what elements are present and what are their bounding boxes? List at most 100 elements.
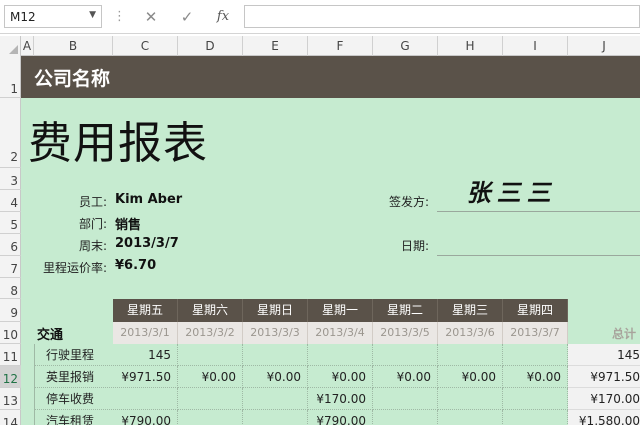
column-header-h[interactable]: H	[438, 36, 503, 56]
day-header-fri: 星期五	[113, 299, 178, 322]
table-cell[interactable]: ¥170.00	[308, 388, 373, 410]
company-name[interactable]: 公司名称	[34, 64, 110, 91]
column-header-b[interactable]: B	[34, 36, 113, 56]
row-label-car-rental[interactable]: 汽车租赁	[34, 410, 112, 425]
date-header-6: 2013/3/6	[438, 322, 503, 344]
row-header-9[interactable]: 9	[0, 299, 21, 322]
total-cell[interactable]: ¥1,580.00	[568, 410, 640, 425]
worksheet[interactable]: 公司名称 费用报表 员工: Kim Aber 部门: 销售 周末: 2013/3…	[21, 56, 640, 425]
day-header-tue: 星期二	[373, 299, 438, 322]
table-cell[interactable]	[243, 410, 308, 425]
row-header-14[interactable]: 14	[0, 410, 21, 425]
table-cell[interactable]	[243, 344, 308, 366]
table-cell[interactable]	[373, 344, 438, 366]
row-header-8[interactable]: 8	[0, 278, 21, 299]
date-header-4: 2013/3/4	[308, 322, 373, 344]
total-cell[interactable]: 145	[568, 344, 640, 366]
table-cell[interactable]: ¥0.00	[308, 366, 373, 388]
table-cell[interactable]	[243, 388, 308, 410]
date-header-3: 2013/3/3	[243, 322, 308, 344]
day-header-sun: 星期日	[243, 299, 308, 322]
column-header-a[interactable]: A	[21, 36, 34, 56]
table-cell[interactable]: ¥790.00	[308, 410, 373, 425]
table-cell[interactable]	[308, 344, 373, 366]
row-header-5[interactable]: 5	[0, 212, 21, 234]
day-header-wed: 星期三	[438, 299, 503, 322]
row-header-13[interactable]: 13	[0, 388, 21, 410]
total-cell[interactable]: ¥170.00	[568, 388, 640, 410]
table-cell[interactable]: ¥790.00	[113, 410, 178, 425]
table-cell[interactable]	[503, 410, 568, 425]
column-header-j[interactable]: J	[568, 36, 640, 56]
name-box-value: M12	[10, 10, 36, 24]
approver-signature[interactable]: 张三三	[465, 173, 562, 208]
cancel-icon[interactable]: ✕	[140, 7, 162, 27]
select-all-button[interactable]	[0, 36, 21, 56]
row-header-4[interactable]: 4	[0, 190, 21, 212]
table-cell[interactable]: ¥0.00	[503, 366, 568, 388]
rate-label: 里程运价率:	[42, 261, 107, 275]
rate-value[interactable]: ¥6.70	[115, 258, 156, 273]
company-band: 公司名称	[21, 56, 640, 98]
table-cell[interactable]	[373, 410, 438, 425]
table-cell[interactable]: 145	[113, 344, 178, 366]
total-header: 总计	[612, 327, 637, 341]
dept-label: 部门:	[78, 217, 107, 231]
dept-value[interactable]: 销售	[115, 214, 141, 233]
table-cell[interactable]: ¥971.50	[113, 366, 178, 388]
column-header-e[interactable]: E	[243, 36, 308, 56]
date-line	[437, 255, 640, 256]
column-header-i[interactable]: I	[503, 36, 568, 56]
table-cell[interactable]	[438, 344, 503, 366]
row-label-mileage-reimbursement[interactable]: 英里报销	[34, 366, 112, 388]
table-cell[interactable]	[113, 388, 178, 410]
table-cell[interactable]: ¥0.00	[178, 366, 243, 388]
report-title[interactable]: 费用报表	[28, 107, 208, 171]
row-header-2[interactable]: 2	[0, 98, 21, 168]
table-cell[interactable]	[503, 388, 568, 410]
section-heading: 交通	[37, 328, 64, 343]
day-header-sat: 星期六	[178, 299, 243, 322]
row-label-mileage[interactable]: 行驶里程	[34, 344, 112, 366]
total-cell[interactable]: ¥971.50	[568, 366, 640, 388]
day-header-thu: 星期四	[503, 299, 568, 322]
approver-line	[437, 211, 640, 212]
approver-label: 签发方:	[388, 195, 429, 209]
row-header-6[interactable]: 6	[0, 234, 21, 256]
select-all-icon	[9, 45, 18, 54]
week-label: 周末:	[78, 239, 107, 253]
more-options-icon[interactable]: ⋮	[113, 9, 126, 24]
table-cell[interactable]	[503, 344, 568, 366]
row-header-10[interactable]: 10	[0, 322, 21, 344]
row-header-3[interactable]: 3	[0, 168, 21, 190]
formula-input[interactable]	[244, 5, 640, 28]
table-cell[interactable]	[438, 410, 503, 425]
row-header-7[interactable]: 7	[0, 256, 21, 278]
row-header-1[interactable]: 1	[0, 56, 21, 98]
table-cell[interactable]: ¥0.00	[373, 366, 438, 388]
column-header-c[interactable]: C	[113, 36, 178, 56]
row-header-11[interactable]: 11	[0, 344, 21, 366]
employee-value[interactable]: Kim Aber	[115, 192, 182, 207]
table-cell[interactable]	[178, 388, 243, 410]
name-box[interactable]: M12 ▼	[4, 5, 102, 28]
table-cell[interactable]: ¥0.00	[243, 366, 308, 388]
column-header-g[interactable]: G	[373, 36, 438, 56]
insert-function-icon[interactable]: fx	[212, 7, 234, 27]
day-header-mon: 星期一	[308, 299, 373, 322]
column-header-d[interactable]: D	[178, 36, 243, 56]
table-cell[interactable]	[178, 344, 243, 366]
column-header-f[interactable]: F	[308, 36, 373, 56]
table-cell[interactable]	[178, 410, 243, 425]
enter-icon[interactable]: ✓	[176, 7, 198, 27]
chevron-down-icon[interactable]: ▼	[89, 10, 96, 20]
table-cell[interactable]	[438, 388, 503, 410]
table-cell[interactable]	[373, 388, 438, 410]
row-header-12[interactable]: 12	[0, 366, 21, 388]
table-cell[interactable]: ¥0.00	[438, 366, 503, 388]
week-value[interactable]: 2013/3/7	[115, 236, 179, 251]
employee-label: 员工:	[78, 195, 107, 209]
column-header-row: A B C D E F G H I J	[0, 36, 640, 56]
row-label-parking[interactable]: 停车收费	[34, 388, 112, 410]
date-header-1: 2013/3/1	[113, 322, 178, 344]
